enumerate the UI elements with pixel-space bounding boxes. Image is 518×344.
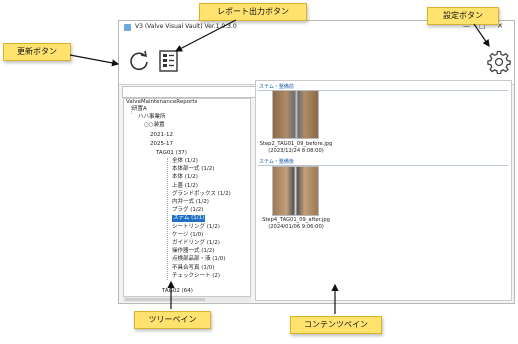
callout-arrows [69,19,490,314]
